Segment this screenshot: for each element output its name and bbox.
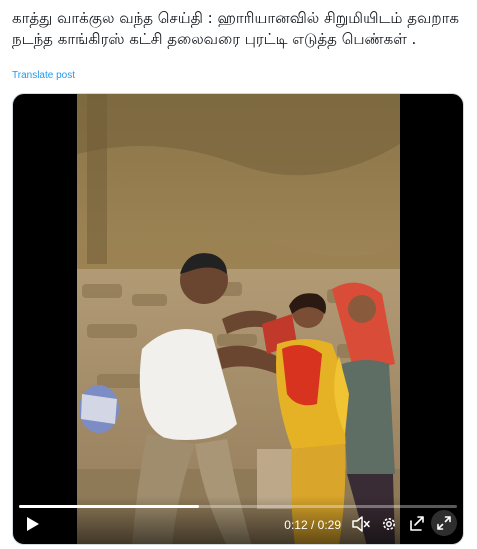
video-player[interactable]: 0:12 / 0:29 [12,93,464,545]
expand-icon [437,516,451,530]
post-text: காத்து வாக்குல வந்த செய்தி : ஹாரியானவில்… [12,9,460,48]
translate-post-link[interactable]: Translate post [12,70,75,81]
play-icon [27,517,39,531]
time-separator: / [307,518,318,532]
duration: 0:29 [317,518,341,532]
time-readout: 0:12 / 0:29 [284,518,341,532]
share-button[interactable] [405,512,429,536]
video-progress-fill [19,505,199,508]
mute-button[interactable] [349,512,373,536]
current-time: 0:12 [284,518,308,532]
video-scene-image [77,94,400,544]
gear-icon [383,518,395,530]
volume-mute-icon [352,516,370,532]
video-frame[interactable] [77,94,400,544]
settings-button[interactable] [377,512,401,536]
play-button[interactable] [21,512,45,536]
share-icon [410,516,424,531]
video-controls: 0:12 / 0:29 [13,496,463,544]
video-progress-bar[interactable] [19,505,457,508]
fullscreen-button[interactable] [431,510,457,536]
